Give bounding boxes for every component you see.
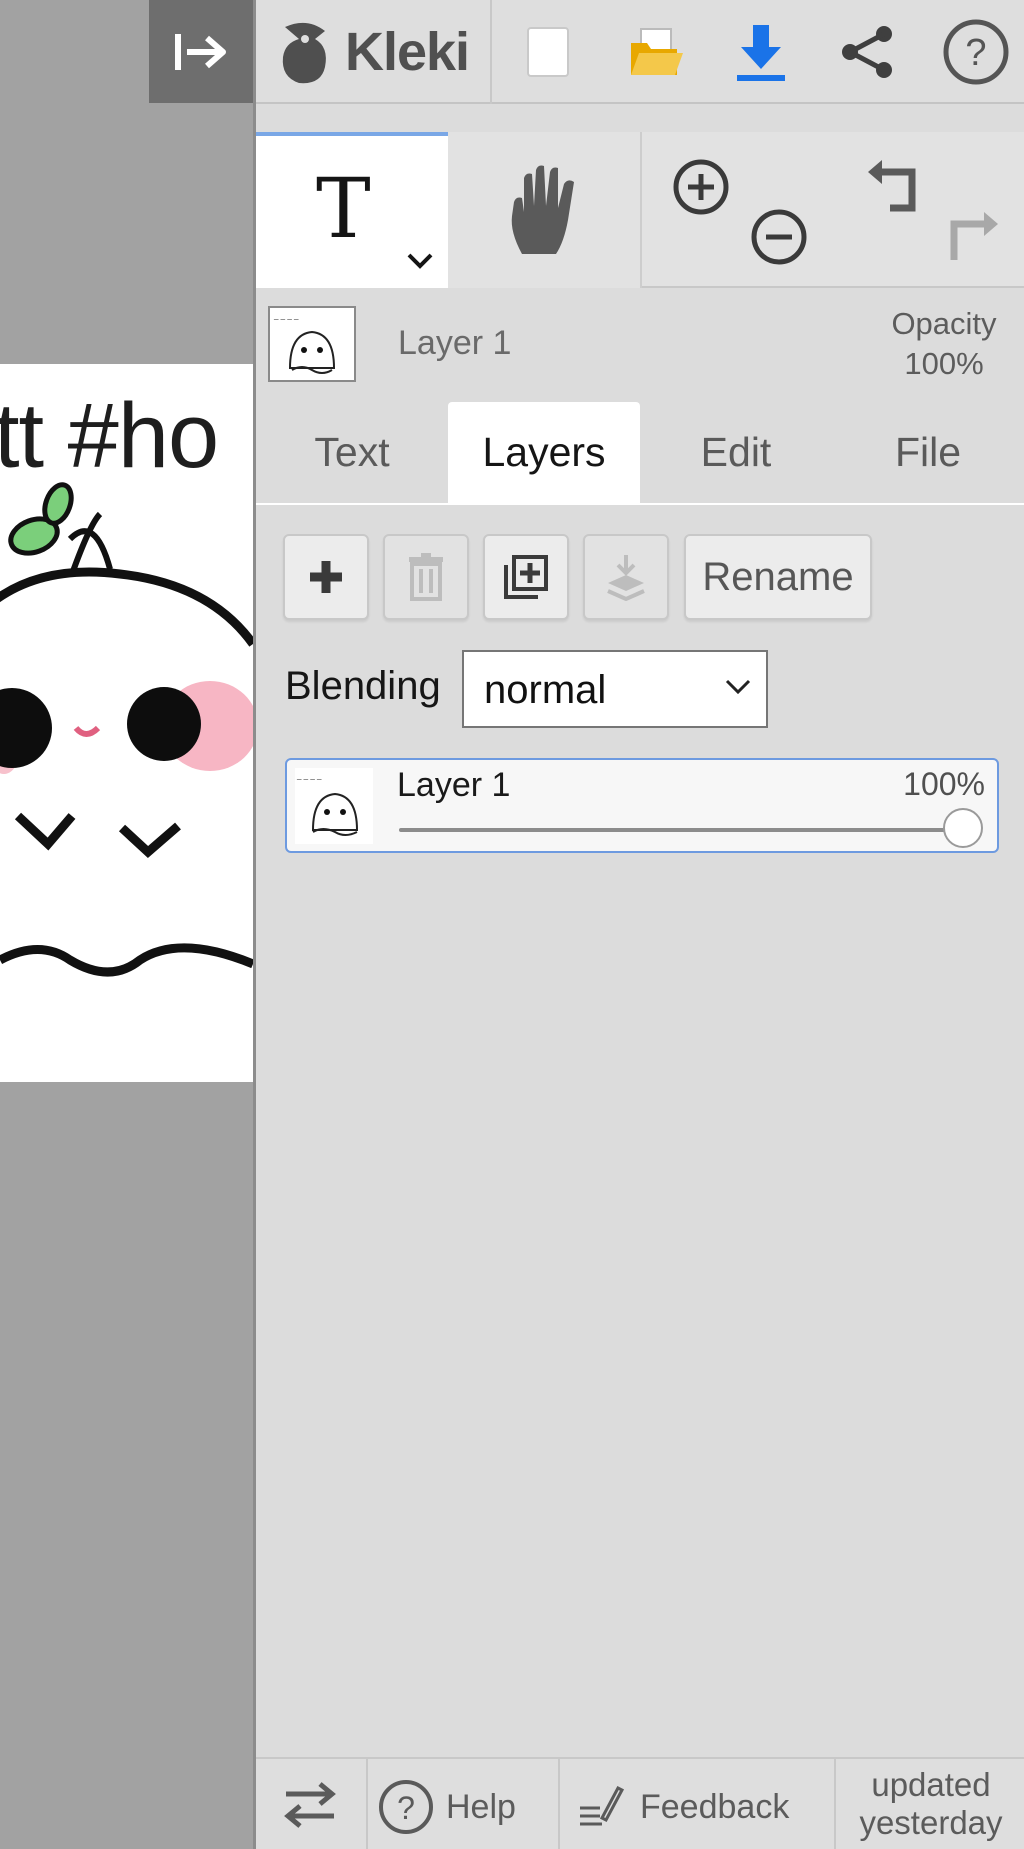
merge-layer-down-button[interactable]	[583, 534, 669, 620]
share-button[interactable]	[836, 12, 900, 92]
zoom-in-icon	[672, 158, 730, 216]
divider	[366, 1757, 368, 1849]
share-icon	[840, 24, 896, 80]
collapse-panel-button[interactable]	[149, 0, 253, 103]
feedback-link[interactable]: Feedback	[578, 1775, 828, 1839]
update-status-line2: yesterday	[859, 1804, 1003, 1841]
update-status-line1: updated	[871, 1766, 991, 1803]
redo-button[interactable]	[942, 208, 1002, 266]
trash-icon	[407, 553, 445, 601]
collapse-arrow-icon	[171, 30, 231, 74]
svg-text:_ _ _ _: _ _ _ _	[273, 311, 299, 320]
layer-thumbnail: _ _ _ _	[295, 768, 373, 844]
help-circle-icon: ?	[378, 1779, 434, 1835]
rename-layer-button[interactable]: Rename	[684, 534, 872, 620]
tab-edit[interactable]: Edit	[640, 402, 832, 503]
zoom-out-icon	[750, 208, 808, 266]
hand-tool-icon	[504, 162, 584, 258]
zoom-in-button[interactable]	[672, 158, 730, 216]
drawing-canvas[interactable]: tt #ho	[0, 364, 253, 1082]
swap-arrows-icon	[282, 1780, 338, 1830]
svg-text:_ _ _ _: _ _ _ _	[296, 771, 322, 780]
layer-list-item[interactable]: _ _ _ _ Layer 1 100%	[285, 758, 999, 853]
opacity-label: Opacity	[891, 306, 997, 341]
chevron-down-icon[interactable]	[406, 252, 434, 270]
plus-icon	[308, 559, 344, 595]
download-button[interactable]	[728, 12, 794, 92]
ghost-drawing	[0, 482, 253, 977]
blending-mode-value: normal	[484, 668, 607, 712]
delete-layer-button[interactable]	[383, 534, 469, 620]
tab-file[interactable]: File	[832, 402, 1024, 503]
zoom-out-button[interactable]	[750, 208, 808, 266]
help-circle-icon: ?	[942, 18, 1010, 86]
new-file-button[interactable]	[520, 12, 576, 92]
help-button[interactable]: ?	[940, 12, 1012, 92]
current-layer-name: Layer 1	[398, 324, 512, 362]
hand-tool-button[interactable]	[448, 132, 642, 288]
merge-down-icon	[604, 553, 648, 601]
text-tool-button[interactable]: T	[256, 132, 448, 288]
layer-opacity-value: 100%	[903, 766, 985, 802]
new-file-icon	[526, 26, 570, 78]
panel-tabs: Text Layers Edit File	[256, 402, 1024, 505]
tab-text[interactable]: Text	[256, 402, 448, 503]
swap-side-button[interactable]	[282, 1780, 338, 1830]
blending-mode-select[interactable]: normal	[462, 650, 768, 728]
kleki-logo[interactable]: Kleki	[256, 0, 492, 104]
open-file-button[interactable]	[624, 12, 688, 92]
redo-icon	[942, 208, 1002, 266]
update-status: updated yesterday	[838, 1766, 1024, 1842]
help-label: Help	[446, 1787, 516, 1826]
svg-text:?: ?	[397, 1790, 415, 1826]
folder-open-icon	[627, 25, 685, 79]
feedback-label: Feedback	[640, 1787, 790, 1826]
divider	[558, 1757, 560, 1849]
download-icon	[733, 21, 789, 83]
feedback-pencil-icon	[578, 1784, 624, 1830]
layer-opacity-readout: Opacity 100%	[860, 304, 1024, 384]
opacity-value: 100%	[904, 346, 984, 381]
divider	[834, 1757, 836, 1849]
add-layer-button[interactable]	[283, 534, 369, 620]
svg-text:?: ?	[965, 32, 986, 74]
app-name: Kleki	[344, 22, 470, 82]
text-tool-icon: T	[316, 162, 371, 257]
layer-name: Layer 1	[397, 766, 511, 804]
help-link[interactable]: ? Help	[378, 1775, 558, 1839]
chevron-down-icon	[724, 678, 752, 696]
tab-layers[interactable]: Layers	[448, 402, 640, 503]
duplicate-icon	[502, 553, 550, 601]
layer-opacity-slider-handle[interactable]	[943, 808, 983, 848]
kleki-logo-icon	[277, 17, 339, 87]
current-layer-thumbnail: _ _ _ _	[268, 306, 356, 382]
duplicate-layer-button[interactable]	[483, 534, 569, 620]
blending-label: Blending	[285, 664, 441, 708]
undo-icon	[864, 156, 924, 214]
undo-button[interactable]	[864, 156, 924, 214]
layer-opacity-slider[interactable]	[399, 828, 959, 832]
